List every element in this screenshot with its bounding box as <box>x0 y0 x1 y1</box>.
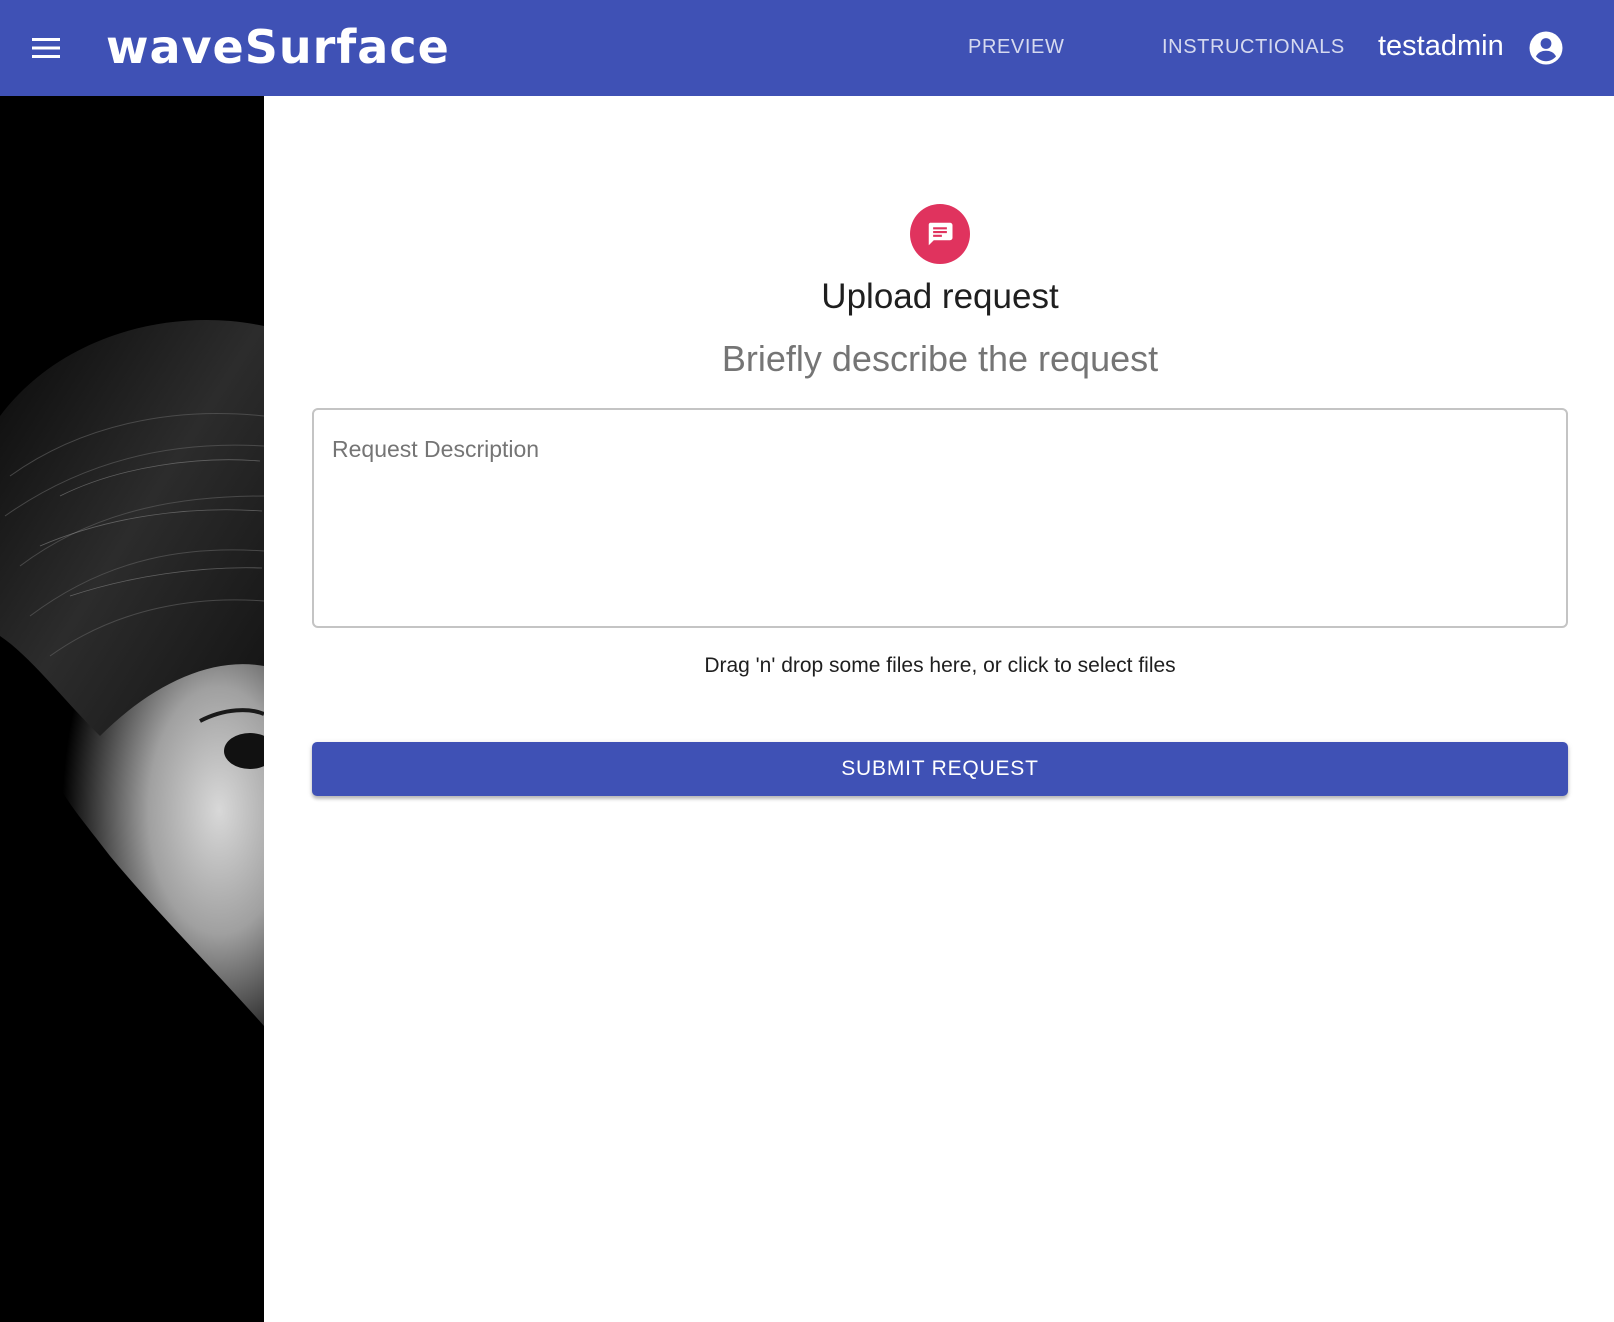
page-title: Upload request <box>821 277 1059 316</box>
menu-button[interactable] <box>26 30 66 66</box>
username-label: testadmin <box>1378 30 1504 62</box>
chat-message-icon <box>928 222 953 246</box>
logo-text: waveSurface <box>106 20 450 74</box>
request-description-input[interactable] <box>332 436 1542 612</box>
nav-preview-link[interactable]: PREVIEW <box>968 36 1064 59</box>
app-logo[interactable]: waveSurface <box>106 14 450 80</box>
file-dropzone[interactable]: Drag 'n' drop some files here, or click … <box>264 654 1614 678</box>
main-content: Upload request Briefly describe the requ… <box>264 96 1614 1322</box>
submit-request-button[interactable]: SUBMIT REQUEST <box>312 742 1568 796</box>
app-bar: waveSurface PREVIEW INSTRUCTIONALS testa… <box>0 0 1614 96</box>
request-avatar <box>910 204 970 264</box>
account-circle-icon[interactable] <box>1528 30 1564 66</box>
page-subtitle: Briefly describe the request <box>721 338 1159 379</box>
hamburger-menu-icon <box>32 38 60 58</box>
nav-instructionals-link[interactable]: INSTRUCTIONALS <box>1162 36 1345 59</box>
request-description-field[interactable] <box>312 408 1568 628</box>
side-hero-photo <box>0 96 264 1322</box>
